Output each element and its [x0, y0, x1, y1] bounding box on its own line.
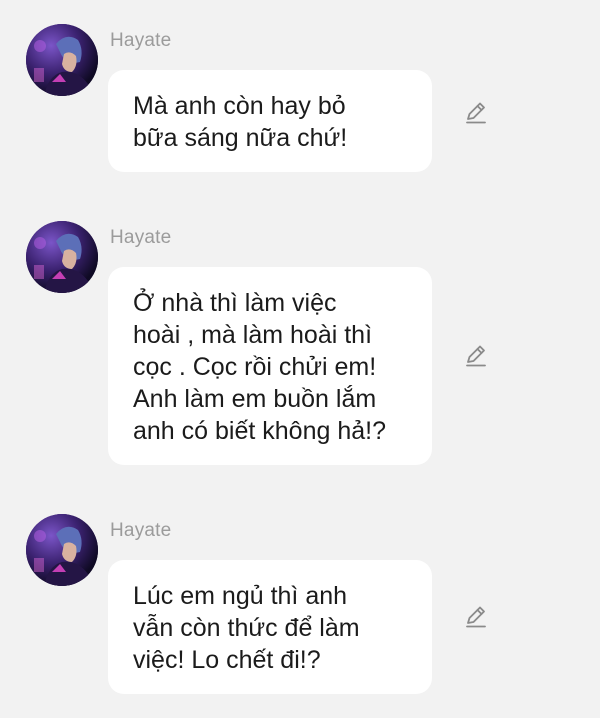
avatar[interactable]	[26, 514, 98, 586]
sender-name: Hayate	[110, 30, 172, 51]
avatar[interactable]	[26, 24, 98, 96]
pencil-edit-icon[interactable]	[463, 100, 489, 126]
chat-thread: Hayate Mà anh còn hay bỏ bữa sáng nữa ch…	[0, 0, 600, 718]
character-avatar-icon	[26, 514, 98, 586]
character-avatar-icon	[26, 24, 98, 96]
character-avatar-icon	[26, 221, 98, 293]
message-bubble[interactable]: Mà anh còn hay bỏ bữa sáng nữa chứ!	[108, 70, 432, 172]
pencil-edit-icon[interactable]	[463, 343, 489, 369]
message-bubble[interactable]: Ở nhà thì làm việc hoài , mà làm hoài th…	[108, 267, 432, 465]
avatar[interactable]	[26, 221, 98, 293]
sender-name: Hayate	[110, 520, 172, 541]
sender-name: Hayate	[110, 227, 172, 248]
pencil-edit-icon[interactable]	[463, 604, 489, 630]
message-bubble[interactable]: Lúc em ngủ thì anh vẫn còn thức để làm v…	[108, 560, 432, 694]
